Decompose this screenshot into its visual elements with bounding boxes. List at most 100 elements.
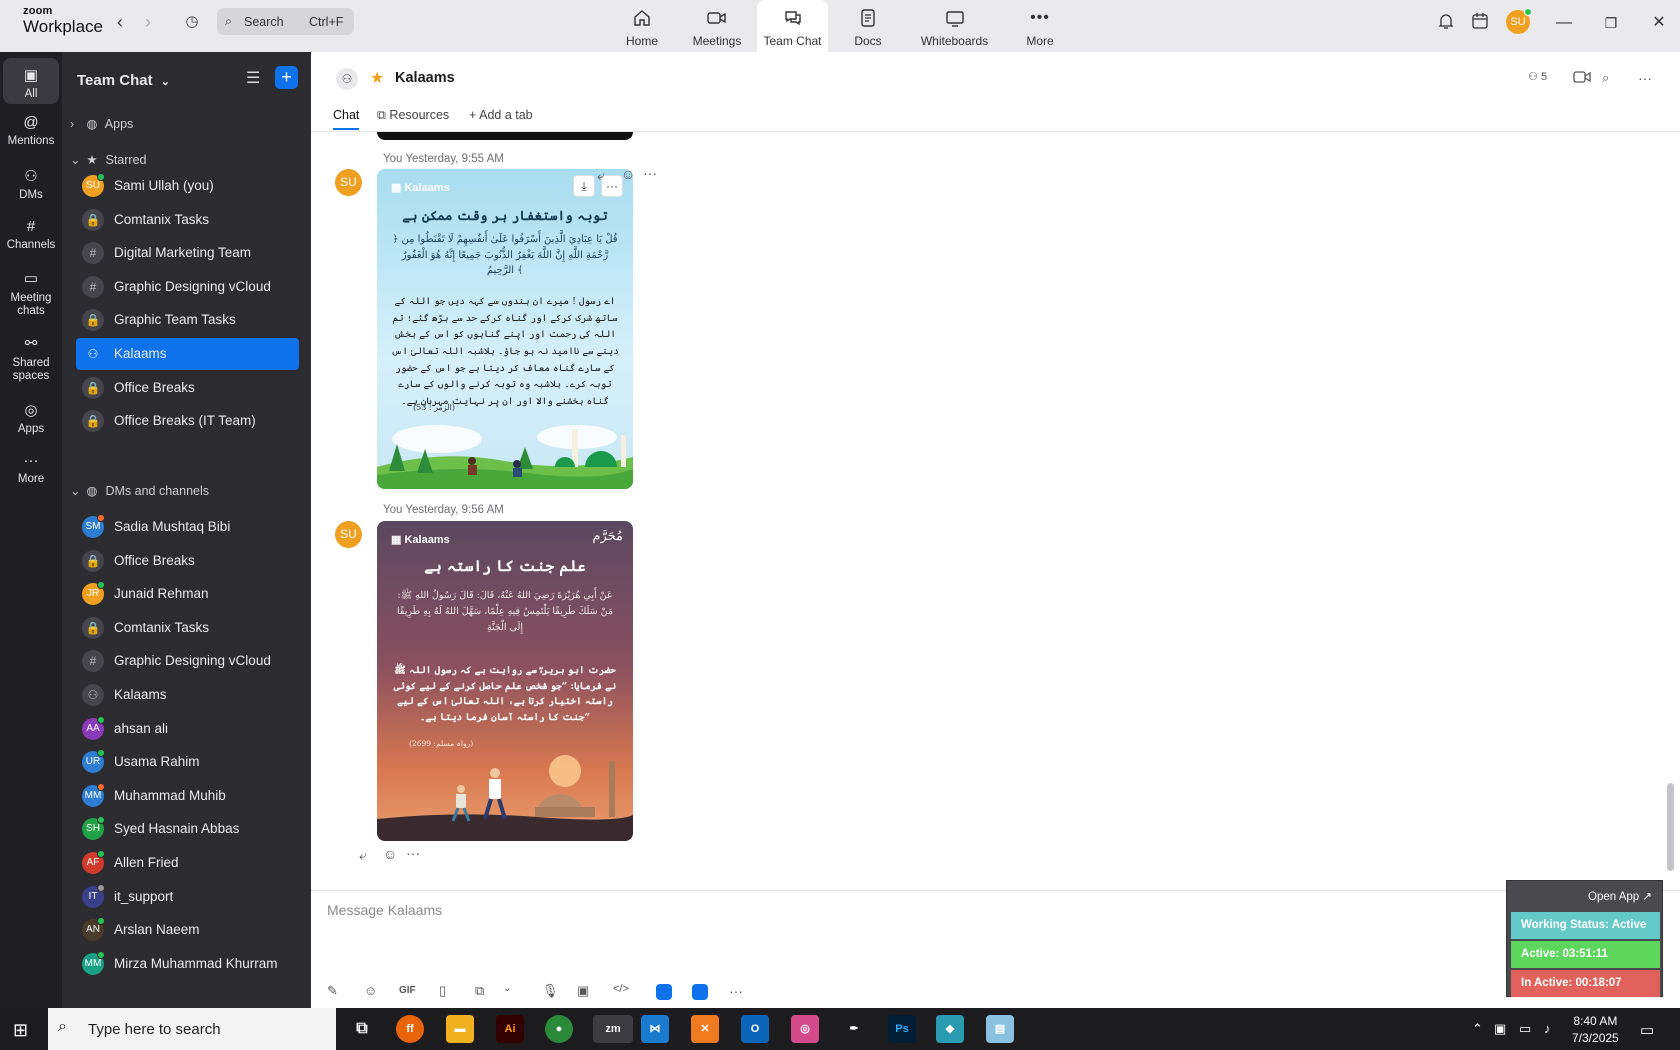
back-icon[interactable]: ‹ (110, 12, 130, 32)
scrollbar[interactable] (1667, 783, 1674, 871)
gif-button[interactable]: GIF (399, 985, 416, 996)
section-dms[interactable]: ⌄ ◍ DMs and channels (70, 483, 209, 503)
taskbar-search[interactable]: ⌕ Type here to search (48, 1008, 336, 1050)
sidebar-item[interactable]: 🔒 Graphic Team Tasks (76, 304, 299, 336)
emoji-react-icon[interactable]: ☺ (383, 846, 397, 862)
sidebar-item[interactable]: SH Syed Hasnain Abbas (76, 813, 299, 845)
sidebar-item[interactable]: # Graphic Designing vCloud (76, 271, 299, 303)
minimize-icon[interactable]: — (1553, 12, 1575, 34)
message-image[interactable]: ▦ Kalaams مُحَرَّم علم جنت کا راستہ ہے ع… (377, 521, 633, 841)
inkscape-icon[interactable]: ✒ (840, 1015, 868, 1043)
avatar[interactable]: SU (335, 521, 362, 548)
channel-name[interactable]: Kalaams (395, 70, 455, 86)
reply-icon[interactable]: ⤶ (359, 847, 367, 864)
message-image[interactable]: ▦ Kalaams ⤓ ··· توبہ واستغفار ہر وقت ممک… (377, 169, 633, 489)
rail-all[interactable]: ▣ All (3, 58, 59, 104)
tab-home[interactable]: Home (617, 0, 667, 52)
firefox-icon[interactable]: ff (396, 1015, 424, 1043)
tray-app-icon[interactable]: ▣ (1494, 1021, 1506, 1037)
calendar-icon[interactable] (1469, 12, 1491, 34)
sidebar-item[interactable]: UR Usama Rahim (76, 746, 299, 778)
sidebar-item[interactable]: 🔒 Comtanix Tasks (76, 204, 299, 236)
rail-more[interactable]: ··· More (3, 452, 59, 485)
add-tab-button[interactable]: + Add a tab (469, 108, 533, 122)
outlook-icon[interactable]: O (741, 1015, 769, 1043)
panel-title[interactable]: Team Chat ⌄ (77, 72, 170, 89)
rail-meeting-chats[interactable]: ▭ Meeting chats (3, 270, 59, 318)
rail-apps[interactable]: ◎ Apps (3, 401, 59, 435)
app-icon[interactable] (656, 984, 672, 1000)
filter-icon[interactable]: ☰ (246, 68, 260, 88)
video-call-icon[interactable] (1573, 70, 1591, 87)
windows-start-icon[interactable]: ⊞ (13, 1020, 28, 1041)
more-icon[interactable]: ··· (729, 983, 743, 999)
sidebar-item[interactable]: SM Sadia Mushtaq Bibi (76, 511, 299, 543)
tab-team-chat[interactable]: Team Chat (757, 0, 828, 52)
sidebar-item[interactable]: IT it_support (76, 881, 299, 913)
clock[interactable]: 8:40 AM 7/3/2025 (1572, 1013, 1619, 1047)
tray-expand-icon[interactable]: ⌃ (1472, 1021, 1483, 1037)
sidebar-item[interactable]: # Digital Marketing Team (76, 237, 299, 269)
microphone-icon[interactable]: 🎙 (542, 983, 559, 999)
section-starred[interactable]: ⌄ ★ Starred (70, 152, 146, 172)
member-count[interactable]: ⚇ 5 (1528, 70, 1547, 83)
message-composer[interactable]: Message Kalaams ✎ ☺ GIF ▯ ⧉ ⌄ 🎙 ▣ </> ··… (311, 890, 1680, 1008)
rail-dms[interactable]: ⚇ DMs (3, 167, 59, 201)
sidebar-item[interactable]: AF Allen Fried (76, 847, 299, 879)
sidebar-item[interactable]: 🔒 Office Breaks (76, 545, 299, 577)
bell-icon[interactable] (1435, 12, 1457, 34)
screenshot-icon[interactable]: ⧉ (475, 983, 484, 999)
sidebar-item[interactable]: AN Arslan Naeem (76, 914, 299, 946)
sidebar-item[interactable]: AA ahsan ali (76, 713, 299, 745)
xampp-icon[interactable]: ✕ (691, 1015, 719, 1043)
sidebar-item[interactable]: MM Muhammad Muhib (76, 780, 299, 812)
download-icon[interactable]: ⤓ (573, 175, 595, 197)
search-input[interactable]: ⌕ Search Ctrl+F (217, 8, 354, 35)
chrome-icon[interactable]: ● (545, 1015, 573, 1043)
forward-icon[interactable]: › (138, 12, 158, 32)
app-icon[interactable]: ◆ (936, 1015, 964, 1043)
tab-whiteboards[interactable]: Whiteboards (917, 0, 992, 52)
sidebar-item[interactable]: JR Junaid Rehman (76, 578, 299, 610)
notifications-icon[interactable]: ▭ (1640, 1021, 1654, 1039)
code-icon[interactable]: </> (613, 983, 629, 995)
rail-channels[interactable]: # Channels (3, 218, 59, 251)
more-options-icon[interactable]: ··· (1638, 70, 1652, 86)
sidebar-item[interactable]: # Graphic Designing vCloud (76, 645, 299, 677)
star-icon[interactable]: ★ (370, 68, 384, 88)
creative-cloud-icon[interactable]: ◎ (791, 1015, 819, 1043)
volume-icon[interactable]: ♪ (1544, 1021, 1551, 1036)
rail-shared-spaces[interactable]: ⚯ Shared spaces (3, 335, 59, 383)
task-view-icon[interactable]: ⧉ (348, 1015, 376, 1043)
sidebar-item[interactable]: 🔒 Comtanix Tasks (76, 612, 299, 644)
photoshop-icon[interactable]: Ps (888, 1015, 916, 1043)
tab-resources[interactable]: ⧉ Resources (377, 108, 449, 123)
more-icon[interactable]: ··· (406, 845, 420, 861)
section-apps[interactable]: › ◍ Apps (70, 116, 133, 136)
tab-docs[interactable]: Docs (846, 0, 890, 52)
new-chat-button[interactable]: + (275, 66, 298, 89)
file-explorer-icon[interactable]: ▬ (446, 1015, 474, 1043)
tab-chat[interactable]: Chat (333, 108, 360, 130)
open-app-link[interactable]: Open App ↗ (1588, 889, 1652, 903)
reply-icon[interactable]: ⤶ (597, 167, 605, 184)
emoji-icon[interactable]: ☺ (364, 983, 377, 998)
sidebar-item[interactable]: 🔒 Office Breaks (76, 372, 299, 404)
sidebar-item[interactable]: 🔒 Office Breaks (IT Team) (76, 405, 299, 437)
tab-more[interactable]: ••• More (1020, 0, 1060, 52)
video-message-icon[interactable]: ▣ (577, 983, 589, 999)
emoji-react-icon[interactable]: ☺ (621, 166, 635, 182)
zoom-taskbar-icon[interactable]: zm (593, 1015, 633, 1043)
tab-meetings[interactable]: Meetings (688, 0, 746, 52)
illustrator-icon[interactable]: Ai (496, 1015, 524, 1043)
history-icon[interactable]: ◷ (182, 12, 202, 32)
previous-image-tail[interactable] (377, 132, 633, 140)
sidebar-item[interactable]: ⚇ Kalaams (76, 338, 299, 370)
sidebar-item[interactable]: ⚇ Kalaams (76, 679, 299, 711)
rail-mentions[interactable]: @ Mentions (3, 114, 59, 147)
close-icon[interactable]: ✕ (1648, 12, 1670, 34)
sidebar-item[interactable]: MM Mirza Muhammad Khurram (76, 948, 299, 980)
chevron-down-icon[interactable]: ⌄ (503, 983, 511, 994)
more-icon[interactable]: ··· (643, 165, 657, 181)
avatar[interactable]: SU (335, 169, 362, 196)
